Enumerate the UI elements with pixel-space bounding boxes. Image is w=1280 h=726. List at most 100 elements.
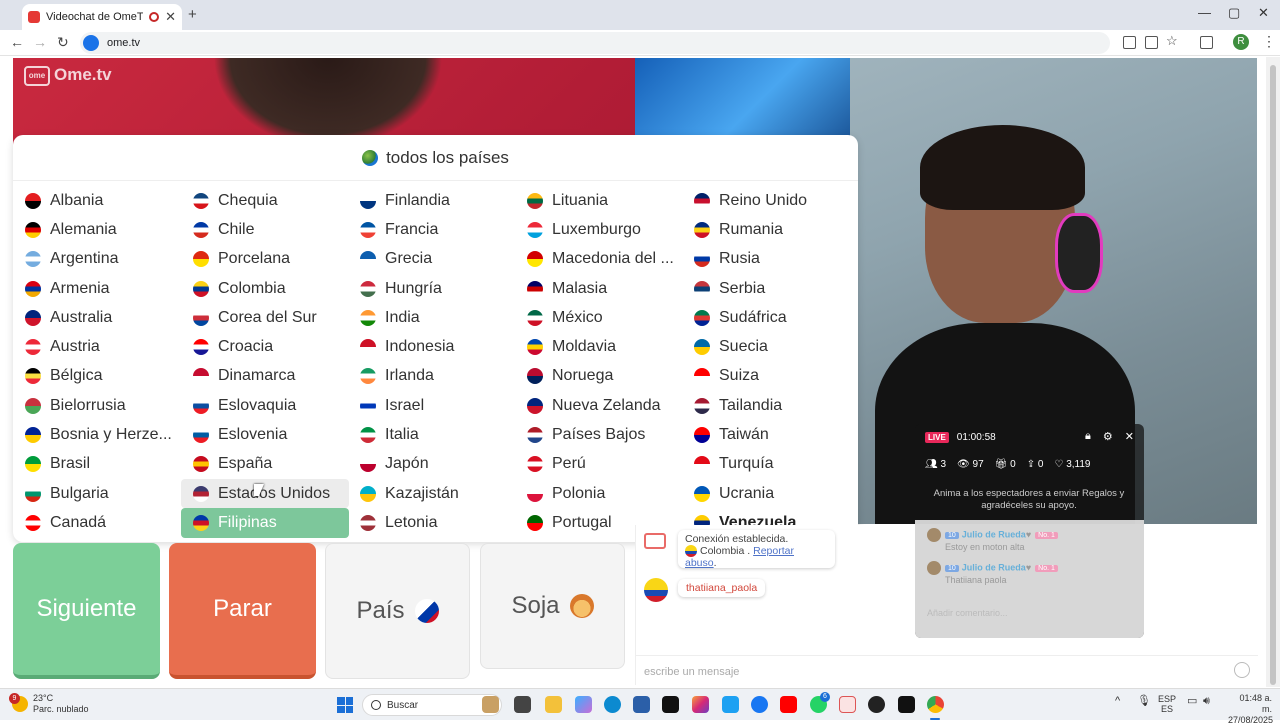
country-option[interactable]: Letonia (348, 508, 516, 537)
country-option[interactable]: Suiza (682, 362, 850, 391)
tab-ometv[interactable]: Videochat de OmeTV: una ✕ (22, 4, 182, 30)
reload-icon[interactable]: ↻ (57, 34, 69, 51)
close-window-button[interactable]: ✕ (1258, 5, 1269, 21)
facebook-icon[interactable] (751, 696, 768, 713)
country-option[interactable]: Chequia (181, 186, 349, 215)
country-option[interactable]: Israel (348, 391, 516, 420)
chrome-icon[interactable] (927, 696, 944, 713)
country-option[interactable]: Bélgica (13, 362, 181, 391)
bookmark-star-icon[interactable]: ☆ (1166, 33, 1178, 49)
country-option[interactable]: Colombia (181, 274, 349, 303)
country-option[interactable]: Rumania (682, 215, 850, 244)
stop-button[interactable]: Parar (169, 543, 316, 679)
country-option[interactable]: México (515, 303, 683, 332)
microphone-icon[interactable]: 🎙︎ (1137, 696, 1151, 707)
taskbar-search[interactable]: Buscar (362, 694, 502, 716)
country-option[interactable]: Países Bajos (515, 420, 683, 449)
file-explorer-icon[interactable] (545, 696, 562, 713)
close-overlay-icon[interactable]: ✕ (1125, 430, 1134, 443)
lock-icon[interactable]: 🔒︎ (1085, 430, 1091, 443)
network-icon[interactable]: ▭ (1187, 696, 1197, 707)
widgets-icon[interactable] (482, 696, 499, 713)
country-option[interactable]: Porcelana (181, 245, 349, 274)
country-option[interactable]: Austria (13, 332, 181, 361)
country-option[interactable]: Tailandia (682, 391, 850, 420)
back-icon[interactable]: ← (10, 34, 24, 50)
tray-overflow-icon[interactable]: ^ (1115, 696, 1120, 707)
live-comment-input[interactable]: Añadir comentario... (927, 608, 1008, 618)
country-option[interactable]: Taiwán (682, 420, 850, 449)
country-option[interactable]: Polonia (515, 479, 683, 508)
country-option[interactable]: Perú (515, 450, 683, 479)
country-option[interactable]: Dinamarca (181, 362, 349, 391)
country-option[interactable]: Ucrania (682, 479, 850, 508)
tiktok-icon[interactable] (898, 696, 915, 713)
country-option[interactable]: Nueva Zelanda (515, 391, 683, 420)
clock[interactable]: 01:48 a. m. 27/08/2025 (1228, 693, 1273, 726)
country-option[interactable]: Rusia (682, 245, 850, 274)
country-option[interactable]: Alemania (13, 215, 181, 244)
country-option[interactable]: Hungría (348, 274, 516, 303)
country-option[interactable]: España (181, 450, 349, 479)
next-button[interactable]: Siguiente (13, 543, 160, 679)
country-option[interactable]: Kazajistán (348, 479, 516, 508)
menu-dots-icon[interactable]: ⋮ (1262, 33, 1276, 50)
country-option[interactable]: Chile (181, 215, 349, 244)
country-option[interactable]: India (348, 303, 516, 332)
store-icon[interactable] (633, 696, 650, 713)
volume-icon[interactable]: 🔊︎ (1203, 696, 1210, 707)
country-option[interactable]: Noruega (515, 362, 683, 391)
country-option[interactable]: Argentina (13, 245, 181, 274)
country-option[interactable]: Australia (13, 303, 181, 332)
obs-icon[interactable] (868, 696, 885, 713)
country-option[interactable]: Eslovaquia (181, 391, 349, 420)
country-option[interactable]: Bosnia y Herze... (13, 420, 181, 449)
tab-close-button[interactable]: ✕ (165, 9, 176, 25)
country-option[interactable]: Malasia (515, 274, 683, 303)
country-option[interactable]: Macedonia del ... (515, 245, 683, 274)
calendar-icon[interactable] (839, 696, 856, 713)
all-countries-option[interactable]: todos los países (13, 135, 858, 181)
start-button-icon[interactable] (337, 697, 353, 713)
country-option[interactable]: Sudáfrica (682, 303, 850, 332)
weather-widget[interactable]: 9 23°C Parc. nublado (9, 693, 89, 715)
site-info-icon[interactable] (83, 35, 99, 51)
country-option[interactable]: Luxemburgo (515, 215, 683, 244)
address-bar[interactable]: ome.tv (80, 32, 1110, 54)
country-option[interactable]: Italia (348, 420, 516, 449)
restore-button[interactable]: ▢ (1228, 5, 1240, 21)
country-option[interactable]: Finlandia (348, 186, 516, 215)
country-option[interactable]: Irlanda (348, 362, 516, 391)
instagram-icon[interactable] (692, 696, 709, 713)
language-indicator[interactable]: ESP ES (1158, 694, 1176, 714)
scrollbar-thumb[interactable] (1270, 65, 1276, 685)
country-option[interactable]: Turquía (682, 450, 850, 479)
country-option[interactable]: Eslovenia (181, 420, 349, 449)
new-tab-button[interactable]: + (188, 6, 197, 23)
country-option[interactable]: Francia (348, 215, 516, 244)
country-option[interactable]: Filipinas (181, 508, 349, 538)
twitter-icon[interactable] (722, 696, 739, 713)
translate-icon[interactable] (1145, 36, 1158, 49)
forward-icon[interactable]: → (33, 34, 47, 50)
country-option[interactable]: Reino Unido (682, 186, 850, 215)
country-option[interactable]: Grecia (348, 245, 516, 274)
emoji-picker-icon[interactable] (1234, 662, 1250, 678)
country-option[interactable]: Corea del Sur (181, 303, 349, 332)
cast-icon[interactable] (1123, 36, 1136, 49)
youtube-icon[interactable] (780, 696, 797, 713)
profile-avatar[interactable]: R (1233, 34, 1249, 50)
country-option[interactable]: Indonesia (348, 332, 516, 361)
country-option[interactable]: Albania (13, 186, 181, 215)
chat-input[interactable]: escribe un mensaje (636, 655, 1258, 685)
country-option[interactable]: Bulgaria (13, 479, 181, 508)
country-option[interactable]: Bielorrusia (13, 391, 181, 420)
extensions-icon[interactable] (1200, 36, 1213, 49)
edge-icon[interactable] (604, 696, 621, 713)
country-option[interactable]: Suecia (682, 332, 850, 361)
country-option[interactable]: Moldavia (515, 332, 683, 361)
task-view-icon[interactable] (514, 696, 531, 713)
minimize-button[interactable]: — (1198, 5, 1211, 20)
country-option[interactable]: Serbia (682, 274, 850, 303)
gender-button[interactable]: Soja (480, 543, 625, 669)
